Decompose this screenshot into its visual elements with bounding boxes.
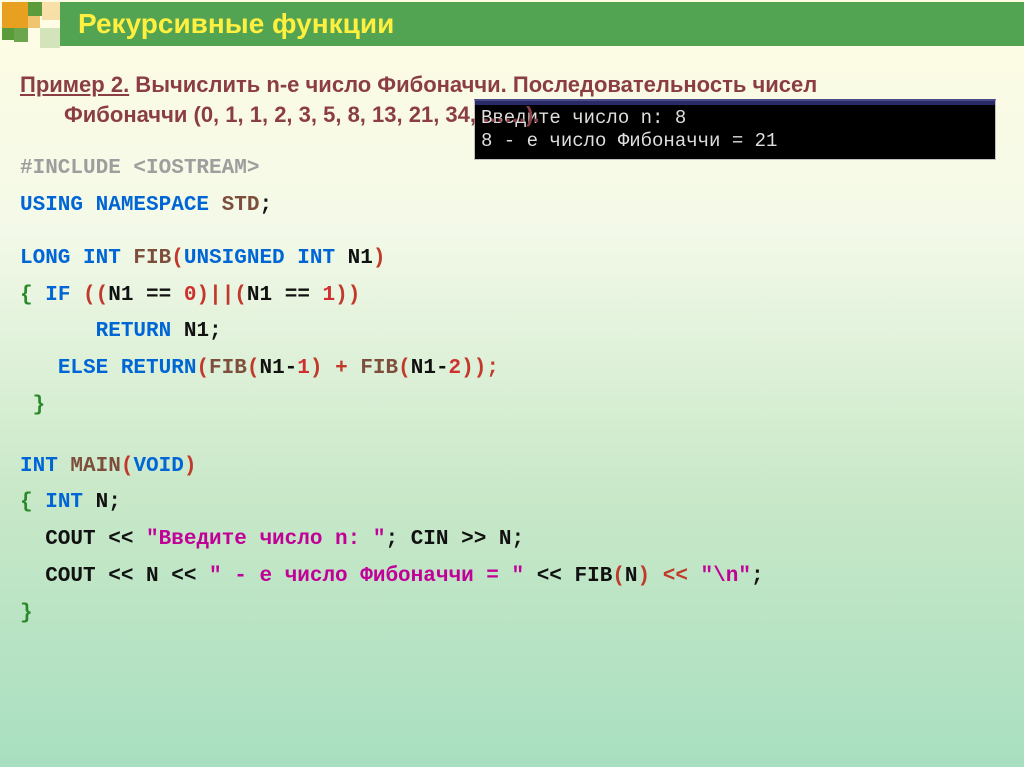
slide-title: Рекурсивные функции <box>78 8 394 40</box>
slide-content: Пример 2. Вычислить n-е число Фибоначчи.… <box>12 58 1012 757</box>
slide-title-bar: Рекурсивные функции <box>60 2 1024 46</box>
code-block: #INCLUDE <IOSTREAM> USING NAMESPACE STD;… <box>20 151 1004 632</box>
problem-statement: Пример 2. Вычислить n-е число Фибоначчи.… <box>20 70 1004 129</box>
slide-logo <box>2 2 60 48</box>
example-label: Пример 2. <box>20 72 129 97</box>
